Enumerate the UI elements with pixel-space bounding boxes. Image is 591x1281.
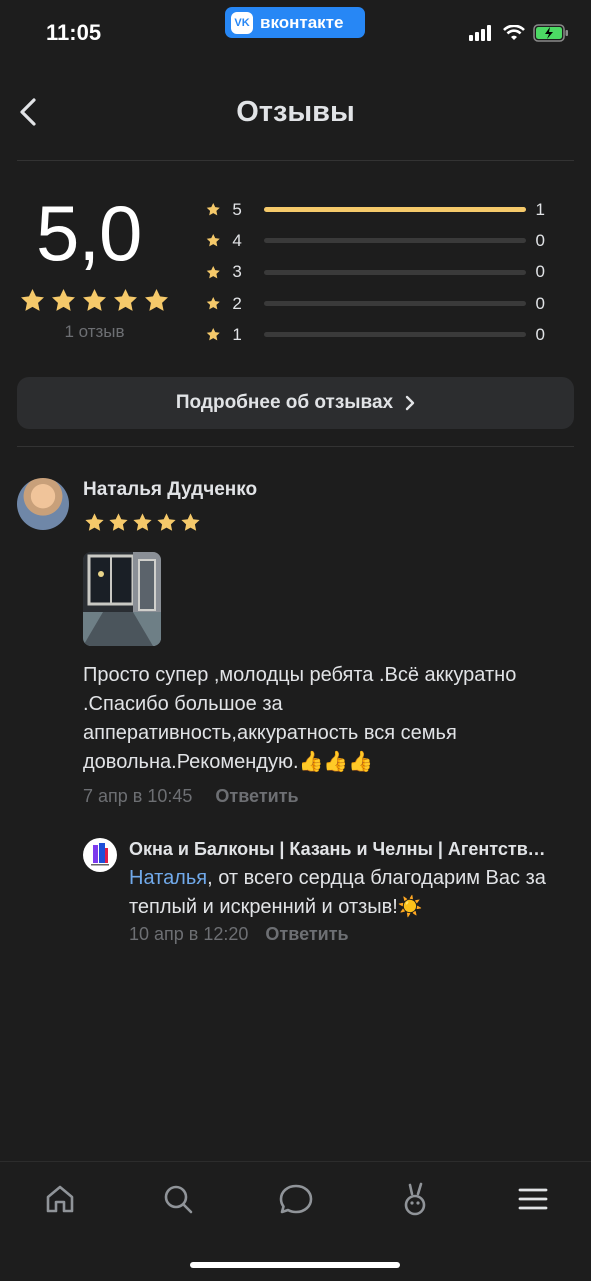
battery-icon	[533, 24, 568, 42]
home-indicator	[190, 1262, 400, 1268]
distribution-track	[263, 238, 526, 244]
reviews-details-label: Подробнее об отзывах	[175, 392, 394, 413]
review-count: 1 отзыв	[64, 322, 125, 341]
company-logo-icon	[91, 843, 109, 866]
avatar[interactable]	[17, 478, 69, 530]
distribution-label: 3	[232, 262, 242, 282]
distribution-row: 4 0	[205, 225, 545, 256]
tab-messages[interactable]	[276, 1179, 316, 1219]
distribution-track	[263, 301, 526, 307]
mention-link[interactable]: Наталья	[129, 867, 207, 889]
chevron-right-icon	[405, 395, 415, 411]
back-to-app-pill[interactable]: VK вконтакте	[225, 7, 365, 38]
header: Отзывы	[0, 70, 591, 160]
star-icon	[157, 513, 176, 531]
search-icon	[164, 1185, 193, 1214]
star-icon	[206, 203, 220, 216]
home-icon	[46, 1185, 74, 1213]
distribution-row: 2 0	[205, 288, 545, 319]
review-text: Просто супер ,молодцы ребята .Всё аккура…	[83, 664, 517, 773]
review-author[interactable]: Наталья Дудченко	[83, 479, 257, 501]
distribution-track	[263, 332, 526, 338]
star-icon	[145, 289, 168, 311]
star-icon	[109, 513, 128, 531]
distribution-row: 3 0	[205, 257, 545, 288]
review-date: 7 апр в 10:45	[83, 786, 193, 806]
review-meta: 7 апр в 10:45 Ответить	[83, 786, 299, 807]
section-divider	[17, 446, 574, 447]
rating-score: 5,0	[36, 189, 142, 277]
company-reply-meta: 10 апр в 12:20 Ответить	[129, 924, 349, 945]
reply-button[interactable]: Ответить	[215, 786, 298, 806]
star-icon	[52, 289, 75, 311]
star-icon	[114, 289, 137, 311]
distribution-label: 1	[232, 324, 242, 344]
company-avatar[interactable]	[83, 838, 117, 872]
tab-home[interactable]	[40, 1179, 80, 1219]
star-icon	[21, 289, 44, 311]
distribution-track	[263, 207, 526, 213]
review-photo[interactable]	[83, 552, 161, 646]
app-pill-label: вконтакте	[260, 12, 344, 32]
star-icon	[181, 513, 200, 531]
tab-clips[interactable]	[395, 1179, 435, 1219]
star-icon	[85, 513, 104, 531]
star-icon	[206, 234, 220, 247]
distribution-label: 4	[232, 230, 242, 250]
distribution-label: 2	[232, 293, 242, 313]
star-icon	[83, 289, 106, 311]
status-icons	[469, 24, 569, 42]
balcony-photo-image	[83, 552, 161, 646]
rating-stars	[18, 286, 171, 315]
distribution-fill	[263, 207, 526, 213]
page-title: Отзывы	[236, 96, 355, 128]
reviews-details-button[interactable]: Подробнее об отзывах	[17, 377, 574, 429]
clips-icon	[404, 1182, 426, 1216]
distribution-count: 0	[535, 293, 545, 313]
distribution-count: 1	[535, 199, 545, 219]
distribution-label: 5	[232, 199, 242, 219]
star-icon	[206, 265, 220, 279]
tab-menu[interactable]	[513, 1179, 553, 1219]
distribution-count: 0	[535, 262, 545, 282]
star-icon	[206, 297, 220, 310]
star-icon	[206, 328, 220, 341]
company-name[interactable]: Окна и Балконы | Казань и Челны | Агентс…	[129, 839, 549, 860]
messages-icon	[279, 1184, 313, 1214]
distribution-count: 0	[535, 324, 545, 344]
star-icon	[133, 513, 152, 531]
review-stars	[83, 511, 202, 534]
reply-button[interactable]: Ответить	[265, 924, 348, 944]
distribution-row: 1 0	[205, 319, 545, 350]
header-divider	[17, 160, 574, 161]
tab-search[interactable]	[158, 1179, 198, 1219]
vk-logo-icon: VK	[231, 11, 253, 34]
menu-icon	[518, 1188, 548, 1210]
company-reply-text: Наталья, от всего сердца благодарим Вас …	[129, 864, 549, 922]
clock: 11:05	[46, 20, 102, 45]
company-reply-date: 10 апр в 12:20	[129, 924, 249, 944]
signal-icon	[469, 25, 491, 41]
distribution-count: 0	[535, 230, 545, 250]
distribution-row: 5 1	[205, 194, 545, 225]
distribution-track	[263, 269, 526, 275]
rating-distribution: 5 1 4 0 3 0 2 0 1 0	[205, 194, 545, 350]
wifi-icon	[503, 25, 525, 40]
status-bar: 11:05 VK вконтакте	[0, 0, 591, 70]
